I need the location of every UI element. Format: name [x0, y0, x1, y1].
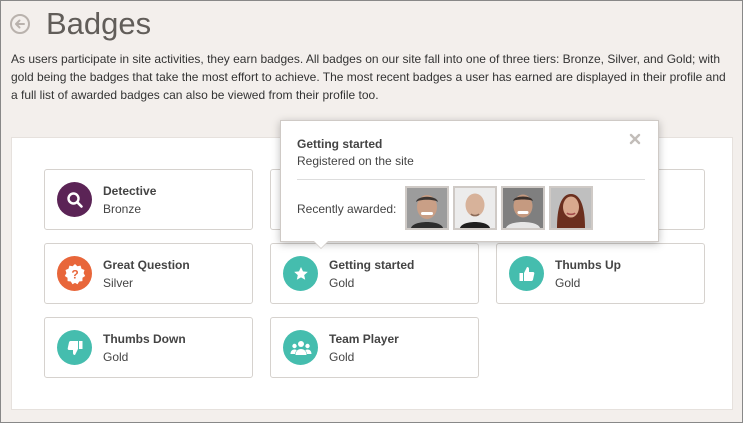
popover-title: Getting started [297, 137, 383, 151]
recently-awarded-label: Recently awarded: [297, 202, 397, 216]
close-icon[interactable] [629, 133, 641, 149]
popover-description: Registered on the site [297, 154, 414, 168]
badge-name: Getting started [329, 258, 415, 272]
back-arrow-icon[interactable] [10, 14, 30, 34]
badge-card-great-question[interactable]: ? Great Question Silver [44, 243, 253, 304]
badge-card-thumbs-up[interactable]: Thumbs Up Gold [496, 243, 705, 304]
badge-name: Thumbs Down [103, 332, 186, 346]
badge-name: Detective [103, 184, 157, 198]
badge-card-detective[interactable]: Detective Bronze [44, 169, 253, 230]
intro-text: As users participate in site activities,… [11, 52, 726, 102]
badge-tier: Silver [103, 276, 134, 290]
popover-divider [297, 179, 645, 180]
user-avatar[interactable] [405, 186, 449, 230]
badge-name: Great Question [103, 258, 190, 272]
thumbs-down-icon [57, 330, 92, 365]
popover-arrow-fill [314, 241, 328, 248]
user-avatar[interactable] [549, 186, 593, 230]
thumbs-up-icon [509, 256, 544, 291]
search-icon [57, 182, 92, 217]
star-icon [283, 256, 318, 291]
user-avatar[interactable] [501, 186, 545, 230]
badge-tier: Gold [103, 350, 129, 364]
svg-text:?: ? [71, 267, 78, 281]
team-icon [283, 330, 318, 365]
badge-tier: Gold [329, 276, 355, 290]
badge-card-thumbs-down[interactable]: Thumbs Down Gold [44, 317, 253, 378]
badge-popover: Getting started Registered on the site R… [280, 120, 659, 242]
badge-tier: Gold [329, 350, 355, 364]
badge-card-getting-started[interactable]: Getting started Gold [270, 243, 479, 304]
page-title: Badges [46, 6, 152, 41]
question-icon: ? [57, 256, 92, 291]
badge-tier: Bronze [103, 202, 142, 216]
badge-tier: Gold [555, 276, 581, 290]
user-avatar[interactable] [453, 186, 497, 230]
badge-card-team-player[interactable]: Team Player Gold [270, 317, 479, 378]
badge-name: Thumbs Up [555, 258, 621, 272]
badge-name: Team Player [329, 332, 399, 346]
